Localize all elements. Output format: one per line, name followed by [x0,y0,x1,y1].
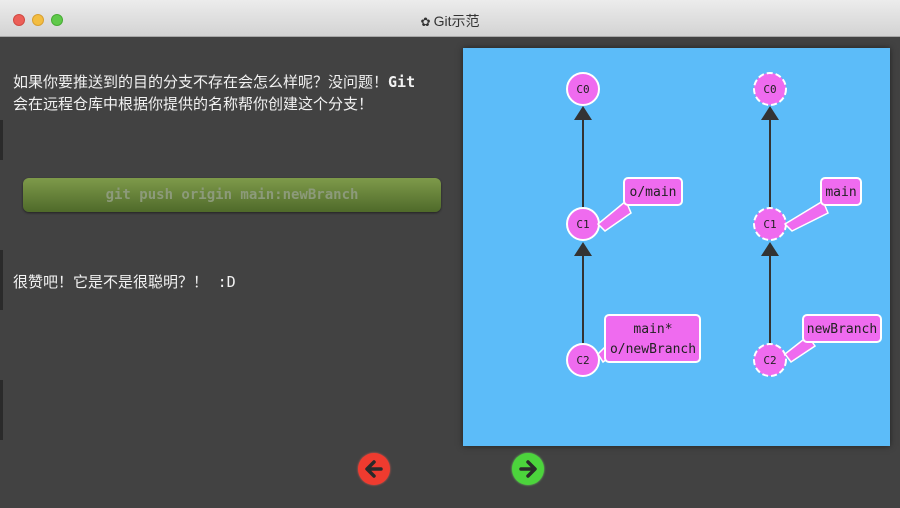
window-title-text: Git示范 [433,13,480,29]
edge-arrowhead [761,242,779,256]
commit-label: C1 [763,218,776,231]
edge-arrowhead [761,106,779,120]
branch-label: o/main [630,185,677,200]
dialog-text: 如果你要推送到的目的分支不存在会怎么样呢？没问题！ [13,73,389,91]
dialog-emoticon: :D [217,273,236,291]
branch-label: main* [633,322,672,337]
commit-label: C0 [576,83,589,96]
window-title: ✿ Git示范 [0,0,900,37]
commit-label: C2 [763,354,776,367]
arrow-left-icon [365,460,383,478]
command-button[interactable]: git push origin main:newBranch [23,178,441,212]
git-visualization: C0 C1 C2 o/main main* o/newBranch C0 C1 … [463,48,890,446]
branch-label: o/newBranch [610,342,696,357]
commit-label: C1 [576,218,589,231]
remote-tree: C0 C1 C2 main newBranch [753,72,882,377]
branch-pointer-arrow [783,199,829,232]
dialog-text: 很赞吧！它是不是很聪明？！ [13,273,209,291]
left-edge-decoration [0,380,3,440]
dialog-paragraph-1: 如果你要推送到的目的分支不存在会怎么样呢？没问题！Git 会在远程仓库中根据你提… [13,71,453,115]
left-edge-decoration [0,120,3,160]
edge-arrowhead [574,242,592,256]
gear-icon: ✿ [420,15,431,29]
dialog-bold-word: Git [388,73,416,91]
dialog-paragraph-2: 很赞吧！它是不是很聪明？！ :D [13,271,453,293]
git-graph: C0 C1 C2 o/main main* o/newBranch C0 C1 … [566,72,882,377]
commit-label: C0 [763,83,776,96]
left-edge-decoration [0,250,3,310]
arrow-right-icon [519,460,537,478]
app-window: ✿ Git示范 如果你要推送到的目的分支不存在会怎么样呢？没问题！Git 会在远程… [0,0,900,508]
forward-button[interactable] [512,453,544,485]
commit-label: C2 [576,354,589,367]
branch-label: main [825,185,856,200]
back-button[interactable] [358,453,390,485]
branch-label: newBranch [807,322,877,337]
edge-arrowhead [574,106,592,120]
dialog-text: 会在远程仓库中根据你提供的名称帮你创建这个分支！ [13,95,374,113]
local-tree: C0 C1 C2 o/main main* o/newBranch [566,72,701,377]
title-bar: ✿ Git示范 [0,0,900,37]
